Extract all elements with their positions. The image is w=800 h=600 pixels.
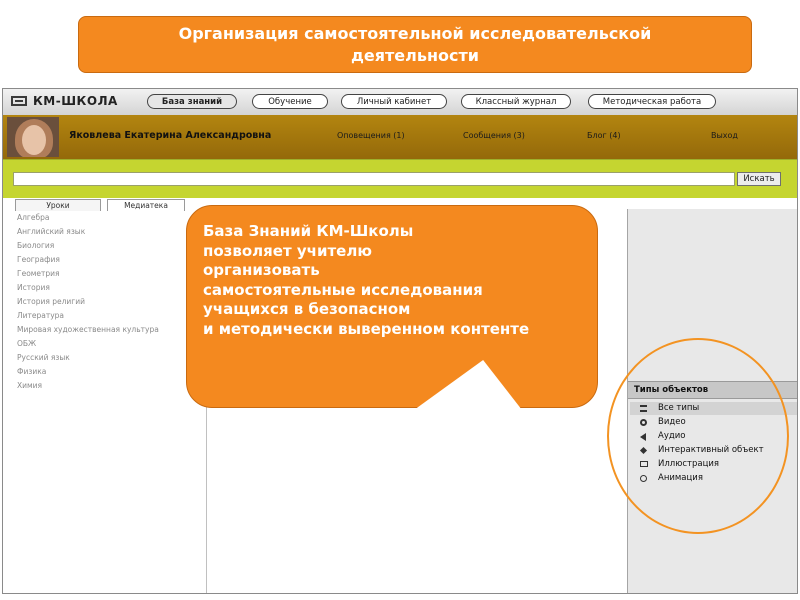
search-bar: Искать	[3, 159, 797, 198]
list-item[interactable]: ОБЖ	[17, 339, 36, 348]
list-item[interactable]: Химия	[17, 381, 42, 390]
list-item[interactable]: Алгебра	[17, 213, 49, 222]
list-item[interactable]: Геометрия	[17, 269, 60, 278]
tab-media-library[interactable]: Медиатека	[107, 199, 185, 211]
nav-tab-class-journal[interactable]: Классный журнал	[461, 94, 571, 109]
nav-tab-personal-account[interactable]: Личный кабинет	[341, 94, 447, 109]
list-item[interactable]: История религий	[17, 297, 85, 306]
title-banner: Организация самостоятельной исследовател…	[78, 16, 752, 73]
nav-tab-methodical-work[interactable]: Методическая работа	[588, 94, 716, 109]
notifications-link[interactable]: Оповещения (1)	[337, 131, 405, 140]
list-item[interactable]: История	[17, 283, 50, 292]
list-item[interactable]: Биология	[17, 241, 54, 250]
nav-tab-learning[interactable]: Обучение	[252, 94, 328, 109]
list-item[interactable]: Физика	[17, 367, 46, 376]
list-item[interactable]: Русский язык	[17, 353, 70, 362]
callout-text: База Знаний КМ-Школы позволяет учителю о…	[203, 222, 530, 338]
tab-lessons[interactable]: Уроки	[15, 199, 101, 211]
list-item[interactable]: Литература	[17, 311, 64, 320]
messages-link[interactable]: Сообщения (3)	[463, 131, 525, 140]
list-item[interactable]: Английский язык	[17, 227, 85, 236]
user-bar: Яковлева Екатерина Александровна Оповеще…	[3, 115, 797, 159]
logout-link[interactable]: Выход	[711, 131, 738, 140]
list-item[interactable]: Мировая художественная культура	[17, 325, 159, 334]
user-name: Яковлева Екатерина Александровна	[69, 130, 272, 141]
subject-list: Алгебра Английский язык Биология Географ…	[3, 211, 207, 593]
list-item[interactable]: География	[17, 255, 60, 264]
nav-tab-knowledge-base[interactable]: База знаний	[147, 94, 237, 109]
search-input[interactable]	[13, 172, 735, 186]
blog-link[interactable]: Блог (4)	[587, 131, 621, 140]
logo-icon	[11, 96, 27, 106]
app-logo: КМ-ШКОЛА	[33, 94, 118, 108]
highlight-ring	[607, 338, 789, 534]
left-tabs: Уроки Медиатека	[3, 197, 207, 211]
top-navigation: КМ-ШКОЛА База знаний Обучение Личный каб…	[3, 89, 797, 116]
search-button[interactable]: Искать	[737, 172, 781, 186]
avatar	[7, 117, 59, 157]
banner-title: Организация самостоятельной исследовател…	[178, 23, 652, 65]
